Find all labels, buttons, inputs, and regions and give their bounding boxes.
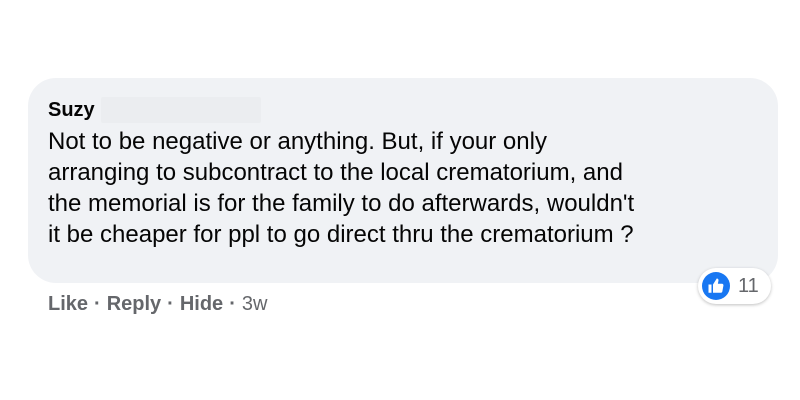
comment-text: Not to be negative or anything. But, if … bbox=[48, 126, 758, 250]
comment-actions: Like · Reply · Hide · 3w bbox=[48, 291, 267, 317]
separator: · bbox=[229, 292, 236, 315]
reaction-count: 11 bbox=[738, 274, 759, 297]
redacted-author-surname bbox=[100, 97, 261, 123]
separator: · bbox=[167, 292, 174, 315]
timestamp[interactable]: 3w bbox=[242, 293, 268, 316]
like-button[interactable]: Like bbox=[48, 293, 88, 316]
comment-line: it be cheaper for ppl to go direct thru … bbox=[48, 221, 634, 248]
comment-line: arranging to subcontract to the local cr… bbox=[48, 159, 623, 186]
hide-button[interactable]: Hide bbox=[180, 293, 223, 316]
comment-bubble: Suzy Not to be negative or anything. But… bbox=[28, 78, 778, 283]
thumbs-up-icon bbox=[702, 272, 730, 300]
author-name[interactable]: Suzy bbox=[48, 96, 95, 124]
comment-line: Not to be negative or anything. But, if … bbox=[48, 128, 547, 155]
separator: · bbox=[94, 292, 101, 315]
reaction-summary[interactable]: 11 bbox=[698, 268, 771, 304]
author-row: Suzy bbox=[48, 96, 261, 124]
reply-button[interactable]: Reply bbox=[107, 293, 161, 316]
comment-line: the memorial is for the family to do aft… bbox=[48, 190, 635, 217]
